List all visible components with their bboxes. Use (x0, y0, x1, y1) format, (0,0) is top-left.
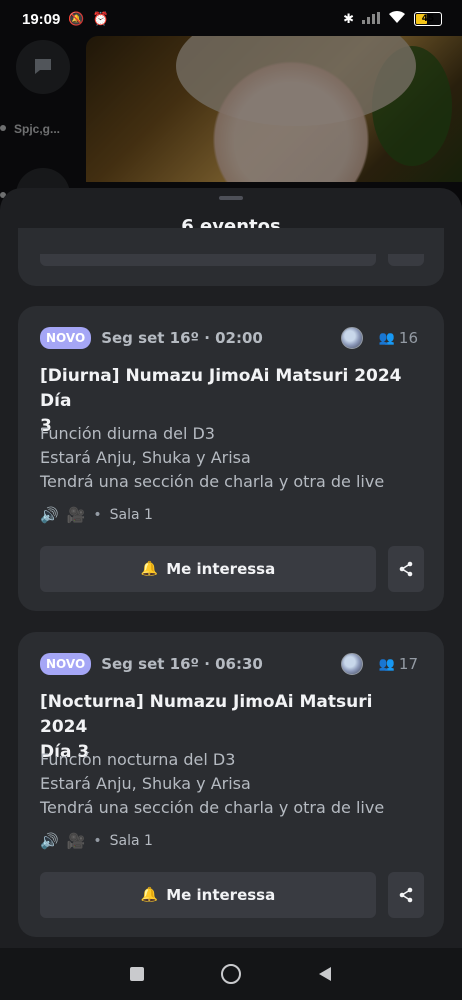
status-bar: 19:09 🔕 ⏰ ✱ 45 (0, 0, 462, 38)
event-description: Función nocturna del D3 Estará Anju, Shu… (40, 750, 385, 817)
system-nav-bar (0, 948, 462, 1000)
share-icon (399, 887, 413, 903)
interest-label: Me interessa (166, 560, 276, 578)
avatar (340, 327, 363, 349)
movie-camera-icon: 🎥 (66, 506, 86, 524)
bluetooth-icon: ✱ (343, 11, 354, 27)
bell-icon: 🔔 (140, 887, 159, 903)
event-card-previous[interactable] (18, 228, 444, 286)
interest-button[interactable]: 🔔 Me interessa (40, 546, 376, 592)
people-icon: 👥 (378, 656, 395, 672)
circle-icon (221, 964, 241, 984)
avatar (340, 653, 363, 675)
location-label: Sala 1 (109, 507, 153, 523)
event-location: 🔊 🎥 • Sala 1 (40, 832, 153, 850)
wifi-icon (388, 10, 406, 28)
events-sheet: 6 eventos NOVO Seg set 16º · 02:00 👥 16 … (0, 188, 462, 948)
interest-button[interactable] (40, 254, 376, 266)
event-date: Seg set 16º · 02:00 (101, 329, 263, 347)
speaker-icon: 🔊 (40, 506, 59, 524)
share-icon (399, 561, 413, 577)
battery-icon: 45 (414, 12, 442, 26)
share-button[interactable] (388, 872, 424, 918)
event-card[interactable]: NOVO Seg set 16º · 02:00 👥 16 [Diurna] N… (18, 306, 444, 611)
clock: 19:09 (22, 10, 61, 28)
location-label: Sala 1 (109, 833, 153, 849)
signal-icon (362, 10, 380, 28)
mute-icon: 🔕 (68, 11, 85, 27)
back-button[interactable] (315, 964, 335, 984)
event-description: Función diurna del D3 Estará Anju, Shuka… (40, 424, 385, 491)
share-button[interactable] (388, 546, 424, 592)
speaker-icon: 🔊 (40, 832, 59, 850)
interest-label: Me interessa (166, 886, 276, 904)
interested-count: 17 (398, 655, 418, 673)
people-icon: 👥 (378, 330, 395, 346)
share-button[interactable] (388, 254, 424, 266)
interested-count: 16 (398, 329, 418, 347)
event-date: Seg set 16º · 06:30 (101, 655, 263, 673)
square-icon (130, 967, 144, 981)
event-card[interactable]: NOVO Seg set 16º · 06:30 👥 17 [Nocturna]… (18, 632, 444, 937)
alarm-icon: ⏰ (92, 11, 109, 27)
drag-handle[interactable] (219, 196, 243, 200)
interest-button[interactable]: 🔔 Me interessa (40, 872, 376, 918)
new-badge: NOVO (40, 653, 92, 675)
recents-button[interactable] (127, 964, 147, 984)
home-button[interactable] (221, 964, 241, 984)
bell-icon: 🔔 (140, 561, 159, 577)
event-location: 🔊 🎥 • Sala 1 (40, 506, 153, 524)
movie-camera-icon: 🎥 (66, 832, 86, 850)
back-triangle-icon (319, 967, 331, 981)
new-badge: NOVO (40, 327, 92, 349)
